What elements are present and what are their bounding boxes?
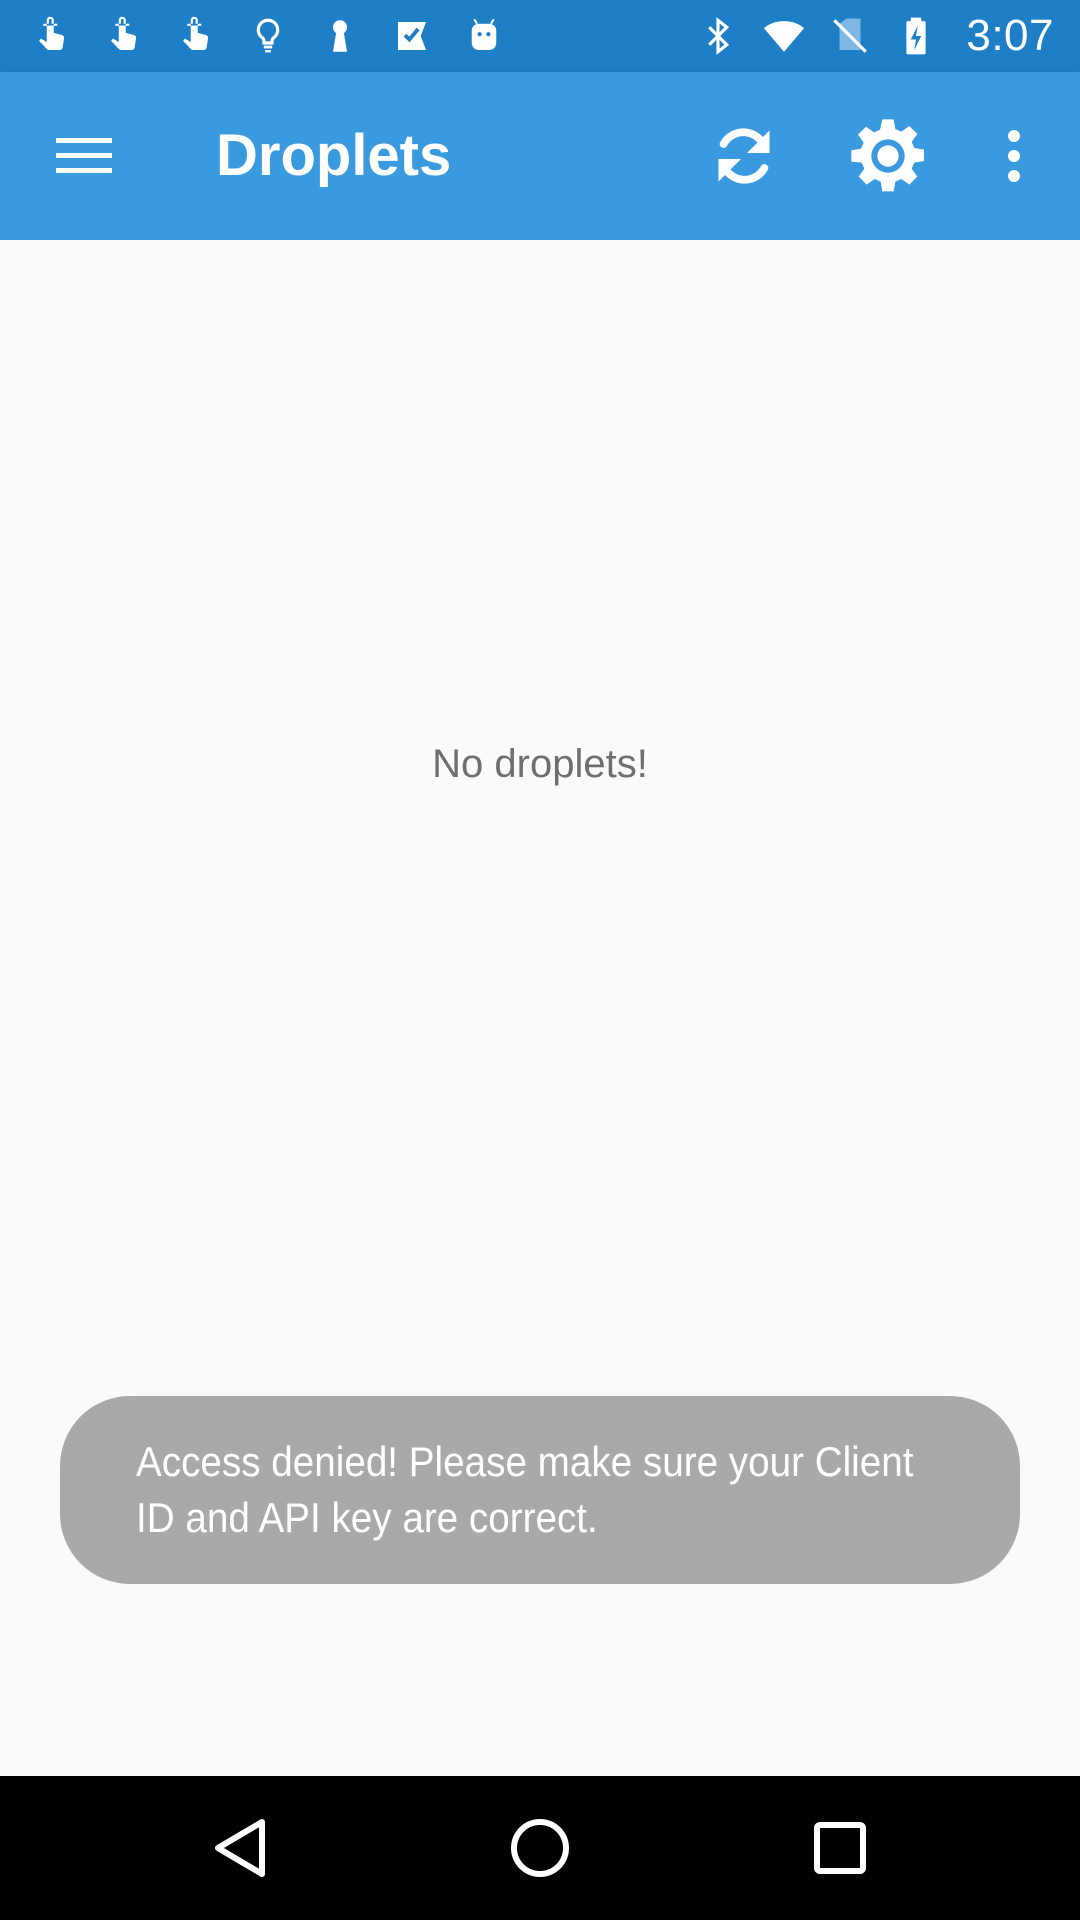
touch-hand-icon: [174, 14, 218, 58]
wifi-icon: [762, 14, 806, 58]
overflow-menu-button[interactable]: [978, 110, 1050, 202]
keyhole-icon: [318, 14, 362, 58]
back-triangle-icon: [215, 1819, 265, 1877]
refresh-icon: [718, 128, 770, 184]
status-bar: 3:07: [0, 0, 1080, 72]
settings-button[interactable]: [842, 110, 934, 202]
battery-charging-icon: [894, 14, 938, 58]
toast-message: Access denied! Please make sure your Cli…: [136, 1438, 914, 1541]
hamburger-menu-icon: [56, 138, 112, 173]
recents-button[interactable]: [790, 1798, 890, 1898]
checkmark-flag-icon: [390, 14, 434, 58]
app-bar: Droplets: [0, 72, 1080, 240]
bluetooth-icon: [696, 14, 740, 58]
system-status-icons: 3:07: [692, 0, 1054, 72]
android-robot-icon: [462, 14, 506, 58]
more-vertical-icon: [1008, 130, 1020, 182]
navigation-drawer-button[interactable]: [40, 112, 128, 200]
refresh-button[interactable]: [698, 110, 790, 202]
no-sim-icon: [828, 14, 872, 58]
page-title: Droplets: [216, 123, 452, 188]
toast-notification: Access denied! Please make sure your Cli…: [60, 1396, 1020, 1584]
touch-hand-icon: [30, 14, 74, 58]
home-button[interactable]: [490, 1798, 590, 1898]
recents-square-icon: [814, 1822, 866, 1874]
empty-state-message: No droplets!: [432, 742, 648, 786]
back-button[interactable]: [190, 1798, 290, 1898]
lightbulb-icon: [246, 14, 290, 58]
home-circle-icon: [511, 1819, 569, 1877]
status-time: 3:07: [966, 11, 1054, 60]
gear-icon: [851, 119, 924, 192]
system-navigation-bar: [0, 1776, 1080, 1920]
touch-hand-icon: [102, 14, 146, 58]
notification-icons: [30, 0, 534, 72]
